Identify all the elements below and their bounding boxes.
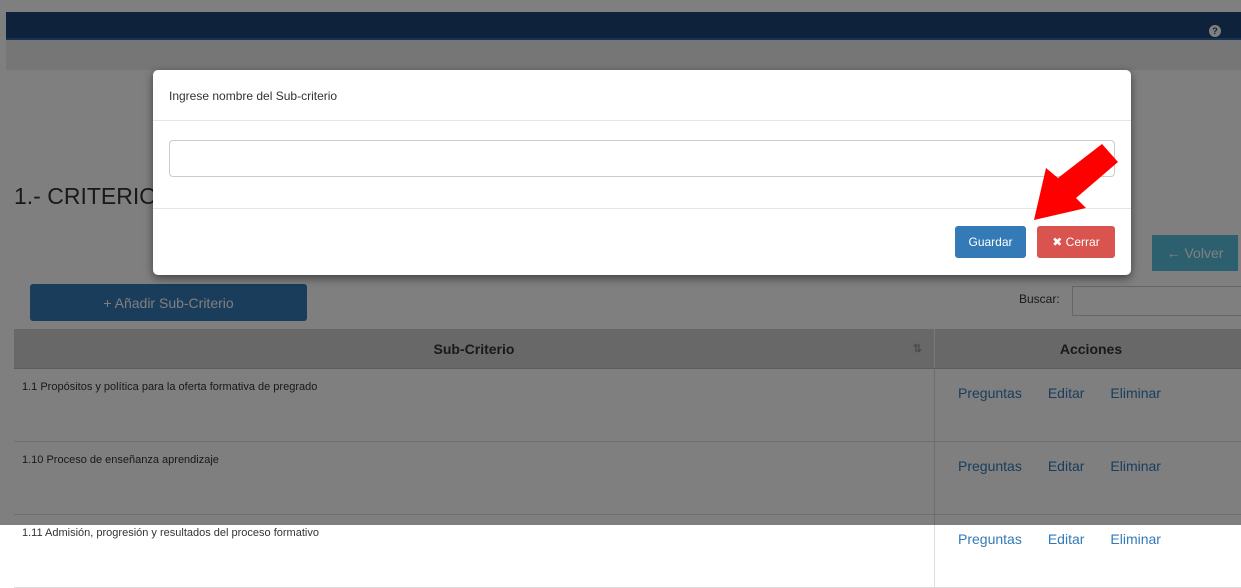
table-row: 1.11 Admisión, progresión y resultados d… [14, 515, 1241, 588]
editar-link[interactable]: Editar [1048, 531, 1085, 547]
modal-title: Ingrese nombre del Sub-criterio [169, 89, 337, 103]
guardar-button[interactable]: Guardar [955, 226, 1026, 258]
modal-footer: Guardar ✖ Cerrar [153, 209, 1131, 275]
row-actions: Preguntas Editar Eliminar [935, 515, 1241, 588]
red-arrow-annotation [1030, 140, 1122, 222]
row-name: 1.11 Admisión, progresión y resultados d… [14, 515, 935, 588]
eliminar-link[interactable]: Eliminar [1110, 531, 1161, 547]
arrow-shape [1034, 144, 1118, 220]
subcriterio-modal: Ingrese nombre del Sub-criterio Guardar … [153, 70, 1131, 275]
preguntas-link[interactable]: Preguntas [958, 531, 1022, 547]
subcriterio-name-input[interactable] [169, 140, 1115, 177]
modal-body [153, 121, 1131, 209]
cerrar-button[interactable]: ✖ Cerrar [1037, 226, 1115, 258]
modal-header: Ingrese nombre del Sub-criterio [153, 70, 1131, 121]
